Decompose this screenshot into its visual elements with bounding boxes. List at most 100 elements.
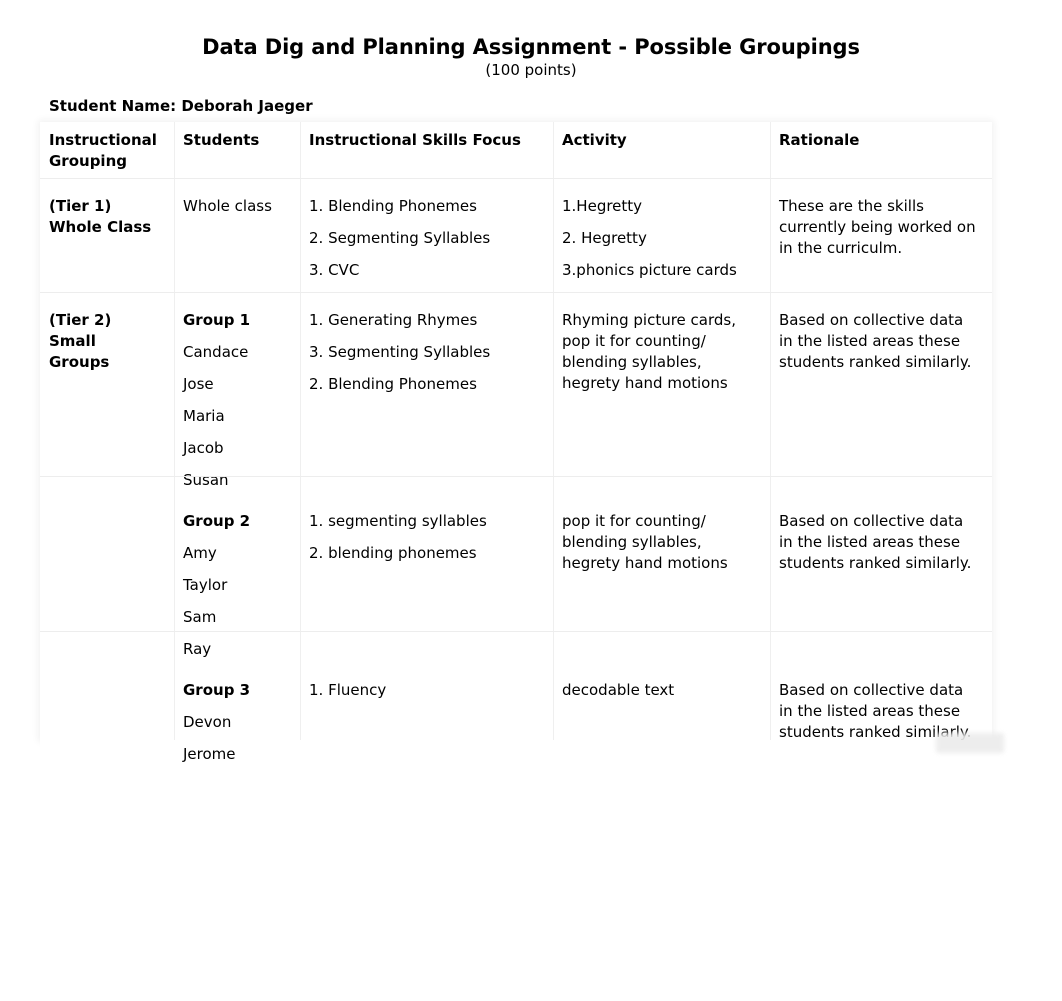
column-divider [300,122,301,740]
column-header-label: Instructional Skills Focus [309,131,521,149]
cell-activity-tier1: 1.Hegretty 2. Hegretty 3.phonics picture… [553,186,770,300]
student-entry: Devon [183,713,232,731]
tier-label-line2: Small [49,332,96,350]
student-entry: Whole class [183,197,272,215]
activity-item: 2. Hegretty [562,229,647,247]
skill-item: 1. Blending Phonemes [309,197,477,215]
skill-item: 3. CVC [309,261,360,279]
column-header-label: Students [183,131,260,149]
tier-label-block: (Tier 2) Small Groups [40,300,174,383]
activity-block: pop it for counting/ blending syllables,… [553,501,770,584]
header-cell-activity: Activity [553,122,770,186]
grouping-table: Instructional Grouping Students Instruct… [40,122,992,775]
document-page: Data Dig and Planning Assignment - Possi… [0,0,1062,1001]
activity-item: 1.Hegretty [562,197,643,215]
group-name: Group 1 [183,311,251,329]
grouping-table-container: Instructional Grouping Students Instruct… [40,122,992,775]
cell-skills-group1: 1. Generating Rhymes 3. Segmenting Sylla… [300,300,553,501]
cell-rationale-group1: Based on collective data in the listed a… [770,300,992,501]
header-cell-instructional-grouping: Instructional Grouping [40,122,174,186]
tier-label-line1: (Tier 2) [49,311,112,329]
student-entry: Sam [183,608,217,626]
cell-skills-tier1: 1. Blending Phonemes 2. Segmenting Sylla… [300,186,553,300]
cell-grouping-tier2: (Tier 2) Small Groups [40,300,174,775]
skill-item: 1. Generating Rhymes [309,311,478,329]
table-row: (Tier 1) Whole Class Whole class 1. Blen… [40,186,992,300]
students-block: Group 2 Amy Taylor Sam Ray [174,501,300,670]
table-row: (Tier 2) Small Groups Group 1 Candace Jo… [40,300,992,501]
cell-students-group3: Group 3 Devon Jerome [174,670,300,775]
cell-activity-group2: pop it for counting/ blending syllables,… [553,501,770,670]
page-title: Data Dig and Planning Assignment - Possi… [202,35,860,59]
cell-rationale-group2: Based on collective data in the listed a… [770,501,992,670]
header-cell-students: Students [174,122,300,186]
activity-text: decodable text [562,681,675,699]
student-entry: Amy [183,544,217,562]
page-corner-artifact [936,733,1004,753]
cell-skills-group2: 1. segmenting syllables 2. blending phon… [300,501,553,670]
cell-students-group1: Group 1 Candace Jose Maria Jacob Susan [174,300,300,501]
column-divider [553,122,554,740]
cell-students-group2: Group 2 Amy Taylor Sam Ray [174,501,300,670]
row-divider [40,178,992,179]
rationale-block: Based on collective data in the listed a… [770,300,992,383]
student-entry: Jose [183,375,214,393]
tier-label-line2: Whole Class [49,218,152,236]
skill-item: 1. Fluency [309,681,387,699]
page-subtitle-points: (100 points) [485,61,577,79]
activity-text: pop it for counting/ blending syllables,… [562,512,728,572]
table-header-row: Instructional Grouping Students Instruct… [40,122,992,186]
skills-block: 1. segmenting syllables 2. blending phon… [300,501,553,574]
cell-activity-group1: Rhyming picture cards, pop it for counti… [553,300,770,501]
group-name: Group 3 [183,681,251,699]
rationale-block: These are the skills currently being wor… [770,186,992,269]
header-cell-instructional-skills-focus: Instructional Skills Focus [300,122,553,186]
cell-activity-group3: decodable text [553,670,770,775]
student-entry: Maria [183,407,225,425]
tier-label-block: (Tier 1) Whole Class [40,186,174,248]
header-cell-rationale: Rationale [770,122,992,186]
skills-block: 1. Fluency [300,670,553,711]
skills-block: 1. Generating Rhymes 3. Segmenting Sylla… [300,300,553,405]
activity-block: Rhyming picture cards, pop it for counti… [553,300,770,404]
student-entry: Taylor [183,576,228,594]
student-name-line: Student Name: Deborah Jaeger [49,97,313,115]
activity-block: 1.Hegretty 2. Hegretty 3.phonics picture… [553,186,770,291]
column-header-label: Activity [562,131,627,149]
student-entry: Jerome [183,745,236,763]
column-divider [770,122,771,740]
rationale-text: These are the skills currently being wor… [779,197,976,257]
column-header-label: Rationale [779,131,860,149]
activity-text: Rhyming picture cards, pop it for counti… [562,311,736,392]
students-block: Group 1 Candace Jose Maria Jacob Susan [174,300,300,501]
group-name: Group 2 [183,512,251,530]
cell-students-tier1: Whole class [174,186,300,300]
table-row: Group 2 Amy Taylor Sam Ray 1. segmenting… [40,501,992,670]
row-divider [40,292,992,293]
students-block: Whole class [174,186,300,227]
column-header-label: Instructional Grouping [49,131,157,170]
skill-item: 2. blending phonemes [309,544,477,562]
row-divider [40,631,992,632]
row-divider [40,476,992,477]
cell-grouping-tier1: (Tier 1) Whole Class [40,186,174,300]
rationale-block: Based on collective data in the listed a… [770,501,992,584]
cell-rationale-group3: Based on collective data in the listed a… [770,670,992,775]
skill-item: 2. Segmenting Syllables [309,229,491,247]
rationale-text: Based on collective data in the listed a… [779,512,972,572]
skills-block: 1. Blending Phonemes 2. Segmenting Sylla… [300,186,553,291]
activity-block: decodable text [553,670,770,711]
student-entry: Candace [183,343,249,361]
student-entry: Susan [183,471,229,489]
student-entry: Ray [183,640,212,658]
students-block: Group 3 Devon Jerome [174,670,300,775]
tier-label-line1: (Tier 1) [49,197,112,215]
activity-item: 3.phonics picture cards [562,261,737,279]
skill-item: 1. segmenting syllables [309,512,487,530]
skill-item: 2. Blending Phonemes [309,375,477,393]
tier-label-line3: Groups [49,353,110,371]
student-entry: Jacob [183,439,224,457]
table-row: Group 3 Devon Jerome 1. Fluency decodabl… [40,670,992,775]
cell-rationale-tier1: These are the skills currently being wor… [770,186,992,300]
skill-item: 3. Segmenting Syllables [309,343,491,361]
